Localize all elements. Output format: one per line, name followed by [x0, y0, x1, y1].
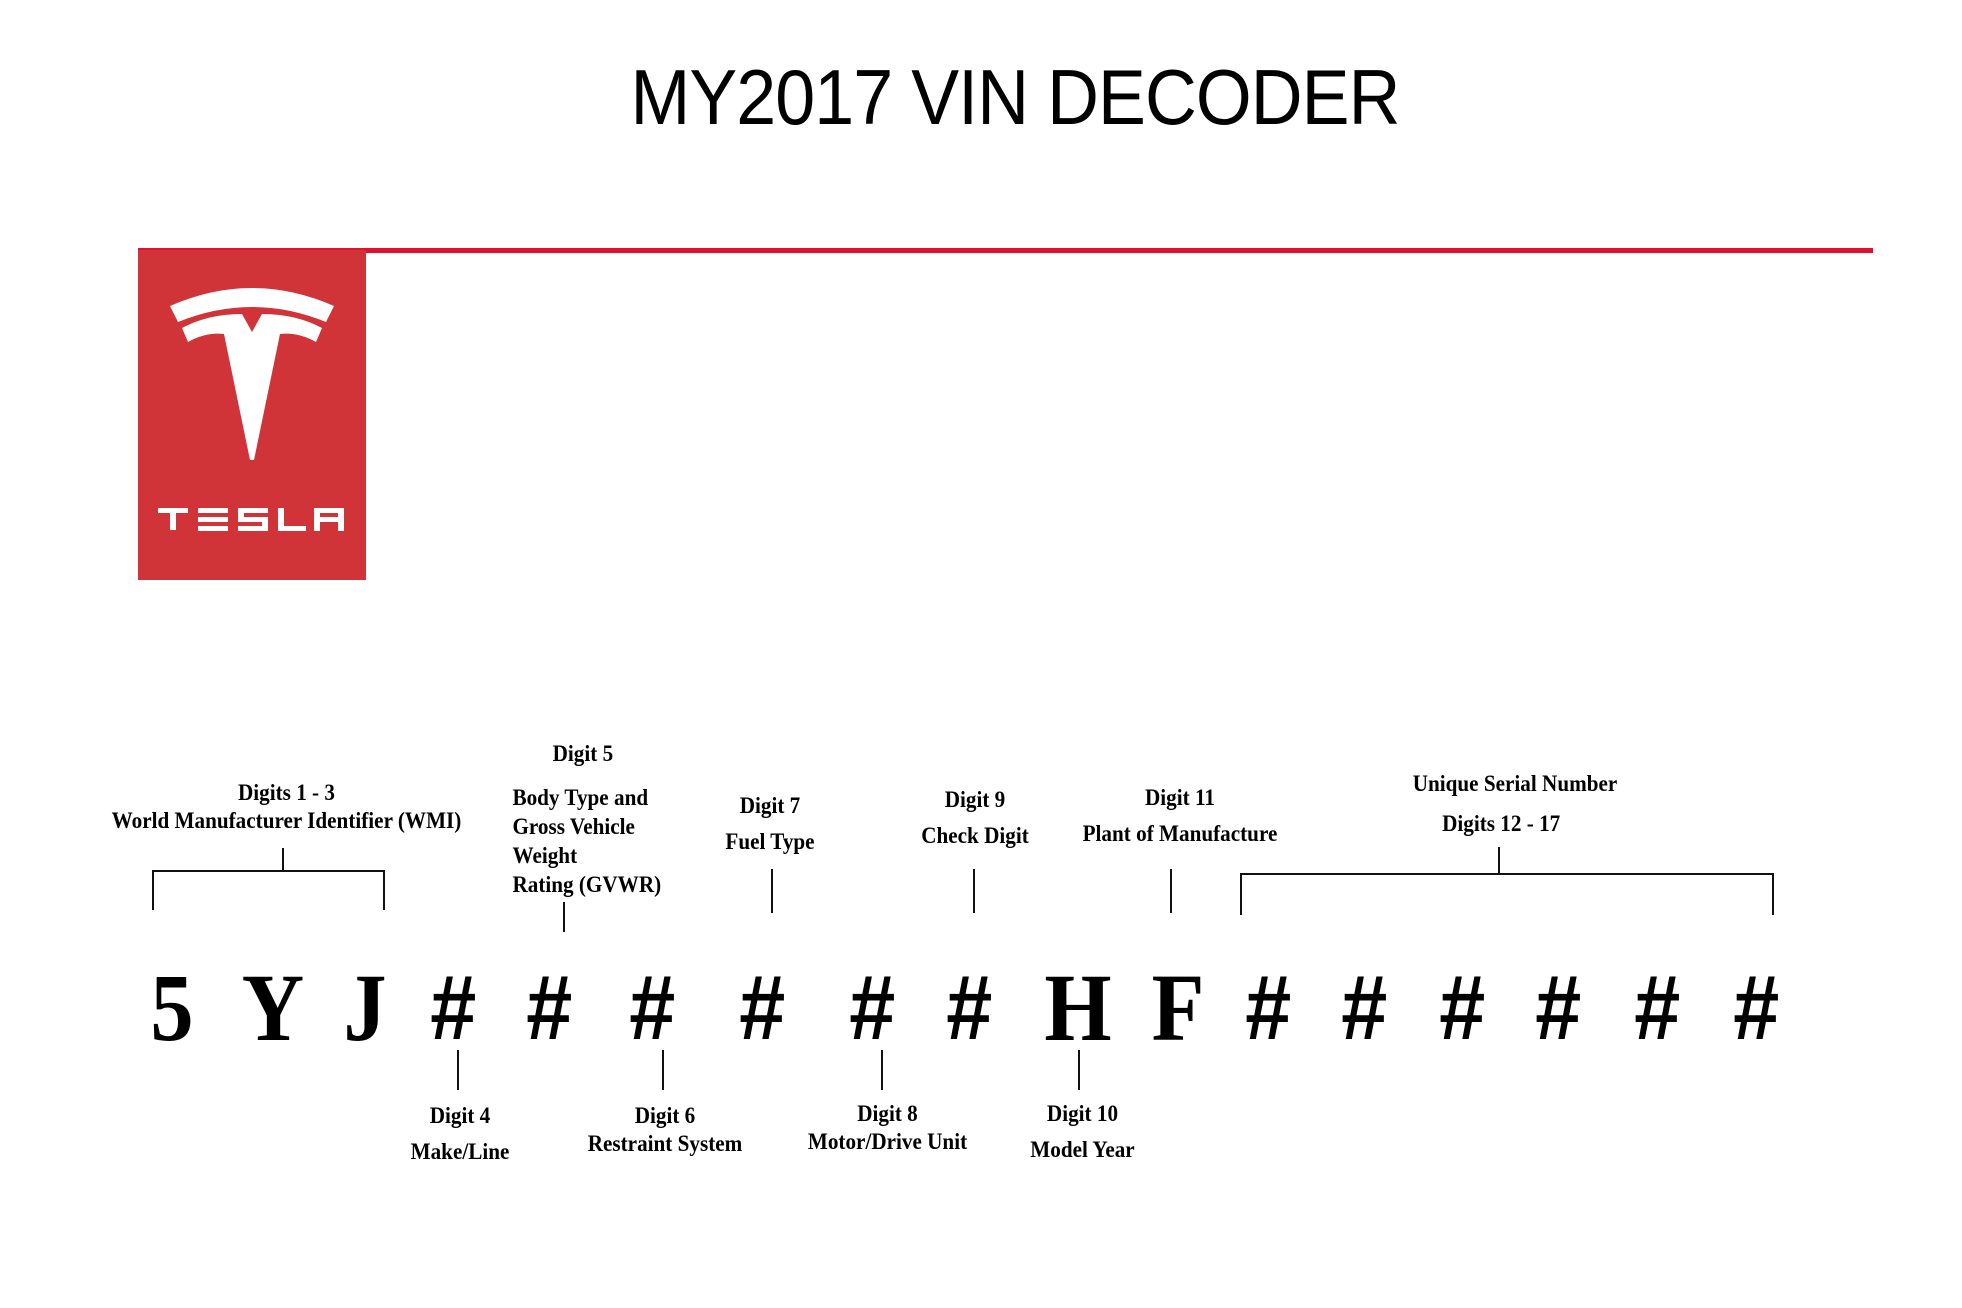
- vin-character: 5: [150, 954, 194, 1061]
- serial-bracket-right: [1772, 873, 1774, 915]
- digit5-desc-line: Gross Vehicle: [512, 814, 635, 839]
- wmi-desc: World Manufacturer Identifier (WMI): [111, 808, 462, 833]
- page-title: MY2017 VIN DECODER: [630, 53, 1400, 141]
- wmi-label: Digits 1 - 3 World Manufacturer Identifi…: [100, 779, 473, 835]
- digit8-label: Digit 8 Motor/Drive Unit: [789, 1100, 987, 1156]
- digit5-connector: [563, 902, 565, 932]
- digit7-connector: [771, 869, 773, 913]
- serial-label: Unique Serial Number Digits 12 - 17: [1372, 770, 1657, 838]
- vin-character: #: [1339, 957, 1387, 1059]
- serial-heading: Unique Serial Number: [1412, 771, 1618, 796]
- digit5-desc-line: Rating (GVWR): [512, 872, 662, 897]
- vin-character: #: [944, 957, 992, 1059]
- vin-character: #: [737, 957, 785, 1059]
- digit11-desc: Plant of Manufacture: [1082, 821, 1278, 846]
- digit10-label: Digit 10 Model Year: [1016, 1100, 1149, 1164]
- vin-character: #: [1243, 957, 1291, 1059]
- vin-character: #: [1533, 957, 1581, 1059]
- digit7-label: Digit 7 Fuel Type: [706, 792, 835, 856]
- digit11-connector: [1170, 869, 1172, 913]
- vin-character: Y: [241, 954, 305, 1061]
- serial-desc: Digits 12 - 17: [1442, 811, 1561, 836]
- digit4-desc: Make/Line: [410, 1139, 510, 1164]
- digit5-desc-line: Weight: [512, 843, 578, 868]
- digit8-connector: [881, 1050, 883, 1090]
- digit5-desc-line: Body Type and: [512, 785, 649, 810]
- digit10-connector: [1078, 1050, 1080, 1090]
- digit4-label: Digit 4 Make/Line: [396, 1102, 525, 1166]
- digit9-desc: Check Digit: [921, 823, 1029, 848]
- digit6-heading: Digit 6: [634, 1103, 696, 1128]
- vin-character: #: [1632, 957, 1680, 1059]
- wmi-bracket: [152, 870, 384, 872]
- digit9-label: Digit 9 Check Digit: [906, 786, 1044, 850]
- digit4-connector: [457, 1050, 459, 1090]
- digit11-heading: Digit 11: [1145, 785, 1215, 810]
- digit9-connector: [973, 869, 975, 913]
- digit5-desc: Body Type and Gross Vehicle Weight Ratin…: [512, 783, 661, 899]
- vin-character: H: [1044, 954, 1112, 1061]
- digit10-heading: Digit 10: [1046, 1101, 1119, 1126]
- digit6-label: Digit 6 Restraint System: [568, 1102, 761, 1158]
- digit7-heading: Digit 7: [739, 793, 801, 818]
- vin-character: #: [428, 957, 476, 1059]
- vin-character: #: [1731, 957, 1779, 1059]
- wmi-bracket-right: [383, 870, 385, 910]
- vin-character: J: [343, 954, 387, 1061]
- wmi-heading: Digits 1 - 3: [237, 780, 335, 805]
- digit6-desc: Restraint System: [587, 1131, 743, 1156]
- serial-bracket: [1240, 873, 1774, 875]
- vin-character: #: [627, 957, 675, 1059]
- tesla-logo: [138, 250, 366, 580]
- digit5-heading: Digit 5: [552, 741, 614, 766]
- vin-character: #: [524, 957, 572, 1059]
- serial-bracket-stem: [1498, 847, 1500, 873]
- vin-character: #: [847, 957, 895, 1059]
- digit6-connector: [662, 1050, 664, 1090]
- vin-character: #: [1437, 957, 1485, 1059]
- digit9-heading: Digit 9: [944, 787, 1006, 812]
- serial-bracket-left: [1240, 873, 1242, 915]
- digit7-desc: Fuel Type: [725, 829, 815, 854]
- tesla-wordmark: [158, 508, 344, 531]
- digit11-label: Digit 11 Plant of Manufacture: [1060, 784, 1299, 848]
- vin-character: F: [1151, 954, 1205, 1061]
- digit8-heading: Digit 8: [857, 1101, 918, 1126]
- wmi-bracket-left: [152, 870, 154, 910]
- wmi-bracket-stem: [282, 848, 284, 870]
- tesla-t-icon: [158, 288, 344, 531]
- header-rule: [138, 248, 1873, 253]
- digit8-desc: Motor/Drive Unit: [807, 1129, 968, 1154]
- digit10-desc: Model Year: [1030, 1137, 1135, 1162]
- digit4-heading: Digit 4: [429, 1103, 491, 1128]
